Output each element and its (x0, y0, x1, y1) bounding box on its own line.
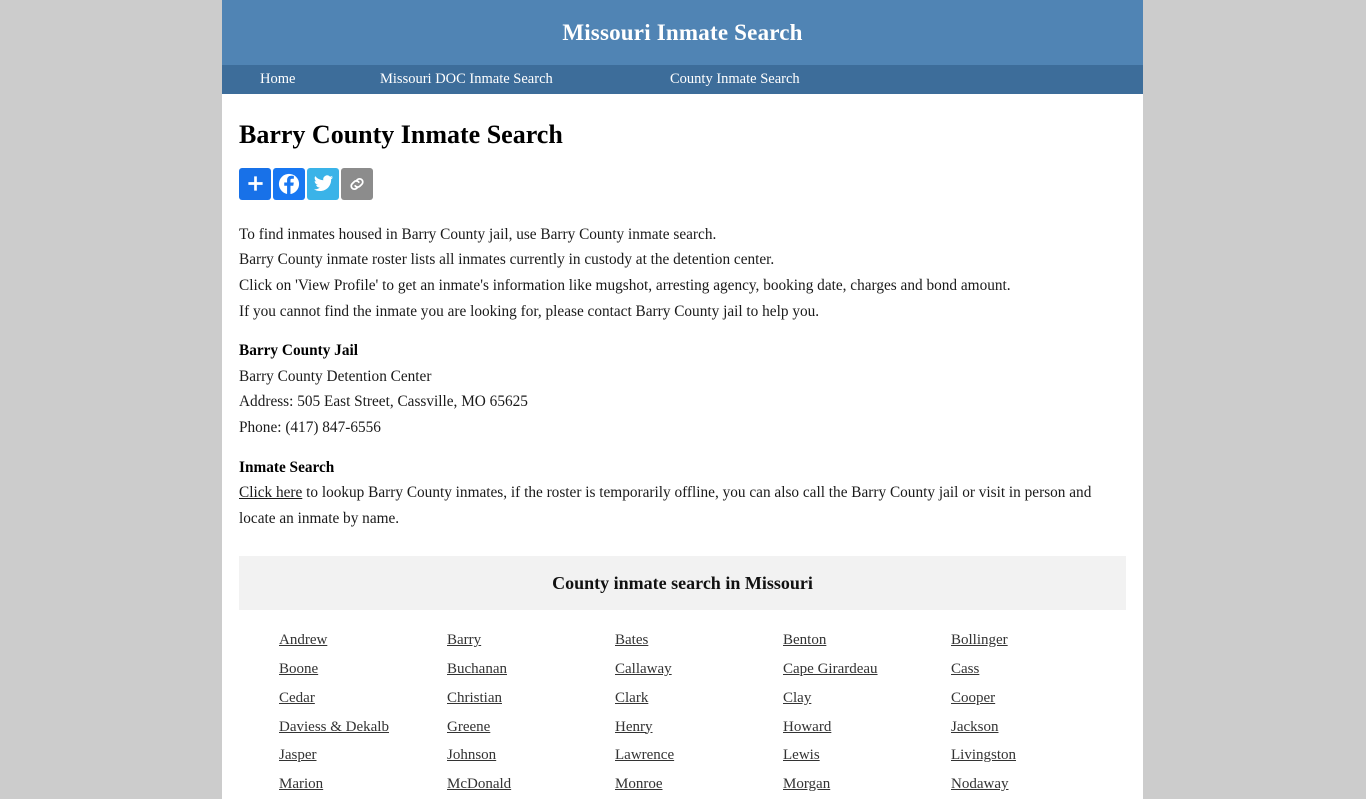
county-link-bates[interactable]: Bates (615, 626, 648, 655)
main-content: Barry County Inmate Search To find inmat… (222, 120, 1143, 799)
county-link-cell: Benton (783, 626, 951, 655)
county-link-nodaway[interactable]: Nodaway (951, 770, 1008, 799)
nav-item-county-inmate-search[interactable]: County Inmate Search (670, 71, 800, 88)
county-link-cell: Johnson (447, 741, 615, 770)
county-link-lawrence[interactable]: Lawrence (615, 741, 674, 770)
county-link-greene[interactable]: Greene (447, 713, 490, 742)
county-link-jackson[interactable]: Jackson (951, 713, 999, 742)
county-link-morgan[interactable]: Morgan (783, 770, 830, 799)
county-link-cell: Barry (447, 626, 615, 655)
site-header: Missouri Inmate Search (222, 0, 1143, 65)
click-here-link[interactable]: Click here (239, 484, 302, 501)
county-link-cell: Monroe (615, 770, 783, 799)
intro-line-3: Click on 'View Profile' to get an inmate… (239, 277, 1011, 295)
link-icon (350, 177, 364, 190)
county-link-cell: Howard (783, 713, 951, 742)
county-link-cell: Cass (951, 655, 1119, 684)
nav-item-home[interactable]: Home (254, 71, 380, 88)
county-link-cell: McDonald (447, 770, 615, 799)
county-link-mcdonald[interactable]: McDonald (447, 770, 511, 799)
county-link-cell: Marion (279, 770, 447, 799)
county-link-cell: Livingston (951, 741, 1119, 770)
county-link-cell: Greene (447, 713, 615, 742)
county-link-callaway[interactable]: Callaway (615, 655, 672, 684)
county-link-andrew[interactable]: Andrew (279, 626, 327, 655)
county-link-cell: Cooper (951, 684, 1119, 713)
county-link-cell: Lewis (783, 741, 951, 770)
inmate-search-paragraph: Click here to lookup Barry County inmate… (239, 480, 1126, 531)
county-link-cell: Bates (615, 626, 783, 655)
inmate-search-rest-text: to lookup Barry County inmates, if the r… (239, 484, 1092, 527)
addthis-share-button[interactable] (239, 167, 271, 200)
county-link-boone[interactable]: Boone (279, 655, 318, 684)
jail-facility-name: Barry County Detention Center (239, 367, 432, 385)
county-link-cell: Cape Girardeau (783, 655, 951, 684)
county-link-cedar[interactable]: Cedar (279, 684, 315, 713)
county-link-marion[interactable]: Marion (279, 770, 323, 799)
intro-paragraph-block: To find inmates housed in Barry County j… (239, 222, 1126, 324)
county-link-cell: Cedar (279, 684, 447, 713)
county-inmate-search-table: County inmate search in Missouri (239, 556, 1126, 611)
county-link-cell: Nodaway (951, 770, 1119, 799)
twitter-share-button[interactable] (307, 167, 339, 200)
county-link-cell: Andrew (279, 626, 447, 655)
jail-address: Address: 505 East Street, Cassville, MO … (239, 393, 528, 411)
main-navigation: Home Missouri DOC Inmate Search County I… (222, 65, 1143, 94)
intro-line-4: If you cannot find the inmate you are lo… (239, 302, 820, 320)
county-link-barry[interactable]: Barry (447, 626, 481, 655)
county-link-howard[interactable]: Howard (783, 713, 831, 742)
county-link-bollinger[interactable]: Bollinger (951, 626, 1008, 655)
county-link-cell: Henry (615, 713, 783, 742)
county-link-cell: Boone (279, 655, 447, 684)
share-buttons-row (239, 167, 1126, 200)
inmate-search-heading: Inmate Search (239, 458, 335, 476)
facebook-icon (278, 173, 300, 195)
jail-phone: Phone: (417) 847-6556 (239, 419, 381, 437)
intro-line-2: Barry County inmate roster lists all inm… (239, 251, 775, 269)
copy-link-share-button[interactable] (341, 167, 373, 200)
county-link-cape-girardeau[interactable]: Cape Girardeau (783, 655, 878, 684)
county-link-cass[interactable]: Cass (951, 655, 979, 684)
county-link-henry[interactable]: Henry (615, 713, 653, 742)
nav-item-missouri-doc-inmate-search[interactable]: Missouri DOC Inmate Search (380, 71, 670, 88)
intro-line-1: To find inmates housed in Barry County j… (239, 225, 717, 243)
county-link-cell: Jasper (279, 741, 447, 770)
county-link-cell: Bollinger (951, 626, 1119, 655)
county-link-cell: Clark (615, 684, 783, 713)
county-link-clay[interactable]: Clay (783, 684, 811, 713)
county-link-cell: Buchanan (447, 655, 615, 684)
facebook-share-button[interactable] (273, 167, 305, 200)
twitter-icon (313, 175, 333, 192)
page-title: Barry County Inmate Search (239, 120, 563, 149)
page-container: Missouri Inmate Search Home Missouri DOC… (222, 0, 1143, 799)
county-link-johnson[interactable]: Johnson (447, 741, 496, 770)
county-link-clark[interactable]: Clark (615, 684, 648, 713)
jail-heading: Barry County Jail (239, 342, 358, 360)
county-link-cooper[interactable]: Cooper (951, 684, 995, 713)
site-title: Missouri Inmate Search (562, 19, 803, 45)
county-link-cell: Callaway (615, 655, 783, 684)
county-link-daviess-dekalb[interactable]: Daviess & Dekalb (279, 713, 389, 742)
county-link-cell: Lawrence (615, 741, 783, 770)
table-row: County inmate search in Missouri (239, 556, 1126, 611)
county-link-cell: Clay (783, 684, 951, 713)
county-link-benton[interactable]: Benton (783, 626, 826, 655)
county-link-lewis[interactable]: Lewis (783, 741, 820, 770)
county-link-christian[interactable]: Christian (447, 684, 502, 713)
county-link-cell: Jackson (951, 713, 1119, 742)
county-link-monroe[interactable]: Monroe (615, 770, 663, 799)
county-link-cell: Daviess & Dekalb (279, 713, 447, 742)
county-link-cell: Christian (447, 684, 615, 713)
county-link-buchanan[interactable]: Buchanan (447, 655, 507, 684)
county-link-jasper[interactable]: Jasper (279, 741, 317, 770)
county-table-caption: County inmate search in Missouri (239, 556, 1126, 611)
county-links-grid: Andrew Barry Bates Benton Bollinger Boone Buch… (239, 626, 1126, 798)
county-link-cell: Morgan (783, 770, 951, 799)
county-link-livingston[interactable]: Livingston (951, 741, 1016, 770)
plus-icon (247, 176, 263, 192)
